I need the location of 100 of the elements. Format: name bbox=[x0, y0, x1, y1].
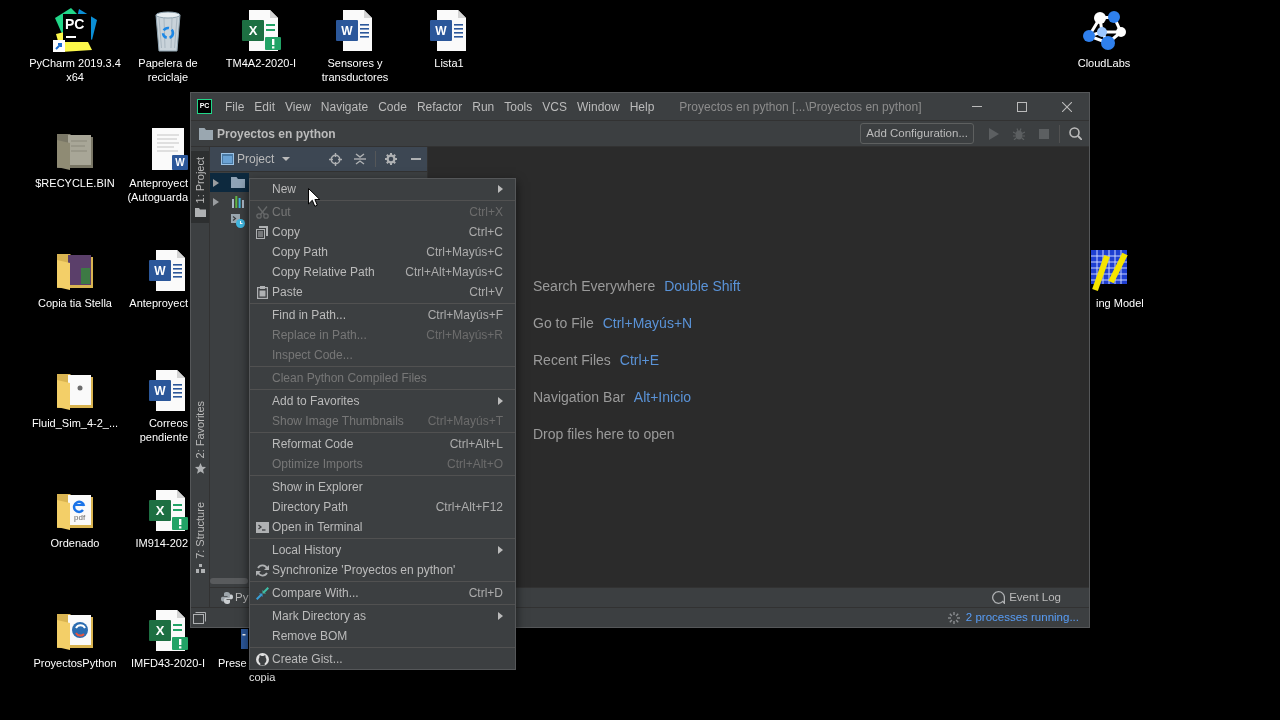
icon-label: Anteproyect (Autoguarda bbox=[127, 176, 188, 204]
bug-icon bbox=[1012, 127, 1025, 140]
hint-label: Search Everywhere bbox=[533, 276, 656, 296]
submenu-arrow-icon bbox=[498, 185, 503, 193]
icon-label: Sensores y transductores bbox=[321, 56, 389, 84]
shortcut-label: Ctrl+C bbox=[468, 224, 503, 241]
icon-label: $RECYCLE.BIN bbox=[35, 176, 115, 190]
icon-label: Papelera de reciclaje bbox=[138, 56, 198, 84]
icon-label: copia bbox=[249, 670, 276, 684]
submenu-arrow-icon bbox=[498, 546, 503, 554]
expand-arrow-icon bbox=[213, 197, 219, 206]
menubar-item[interactable]: File bbox=[220, 96, 250, 117]
gear-icon[interactable] bbox=[385, 153, 397, 165]
icon-label: Copia tia Stella bbox=[38, 296, 112, 310]
locate-icon[interactable] bbox=[329, 152, 342, 166]
shortcut-label: Ctrl+Mayús+F bbox=[427, 307, 503, 324]
menu-item[interactable]: Remove BOM bbox=[250, 626, 515, 646]
caret-icon bbox=[282, 157, 291, 161]
menubar-item[interactable]: Navigate bbox=[315, 96, 374, 117]
background-tasks-link[interactable]: 2 processes running... bbox=[965, 608, 1079, 627]
icon-label: Anteproyect bbox=[129, 296, 188, 310]
menu-item[interactable]: Compare With... Ctrl+D bbox=[250, 583, 515, 603]
menubar-item[interactable]: Window bbox=[571, 96, 625, 117]
menu-item[interactable]: Copy Ctrl+C bbox=[250, 222, 515, 242]
grid-app-icon[interactable] bbox=[1091, 248, 1128, 292]
scissors-icon bbox=[255, 205, 269, 219]
project-view-icon bbox=[221, 153, 234, 165]
shortcut-label: Ctrl+D bbox=[468, 585, 503, 602]
menubar-item[interactable]: Edit bbox=[249, 96, 281, 117]
spinner-icon bbox=[947, 611, 960, 624]
view-selector[interactable]: Project bbox=[221, 150, 291, 168]
menubar-item[interactable]: Code bbox=[373, 96, 412, 117]
menu-item[interactable]: Reformat Code Ctrl+Alt+L bbox=[250, 434, 515, 454]
menu-item[interactable]: Copy Relative Path Ctrl+Alt+Mayús+C bbox=[250, 262, 515, 282]
folder-icon bbox=[194, 208, 206, 218]
icon-label: PyCharm 2019.3.4 x64 bbox=[29, 56, 121, 84]
icon-label: IMFD43-2020-I bbox=[131, 656, 205, 670]
horizontal-scrollbar[interactable] bbox=[210, 578, 248, 584]
event-log-button[interactable]: Event Log bbox=[992, 588, 1061, 607]
maximize-icon bbox=[1016, 101, 1027, 112]
terminal-icon bbox=[255, 521, 269, 533]
icon-label: Ordenado bbox=[50, 536, 100, 550]
window-title: Proyectos en python [...\Proyectos en python] bbox=[679, 98, 922, 116]
shortcut-label: Double Shift bbox=[664, 276, 741, 296]
menu-item[interactable]: Copy Path Ctrl+Mayús+C bbox=[250, 242, 515, 262]
menu-item[interactable]: Synchronize 'Proyectos en python' bbox=[250, 560, 515, 580]
icon-label: CloudLabs bbox=[1077, 56, 1131, 70]
hint-label: Go to File bbox=[533, 313, 594, 333]
menu-item[interactable]: Create Gist... bbox=[250, 649, 515, 669]
menubar-item[interactable]: VCS bbox=[537, 96, 572, 117]
minimize-icon bbox=[971, 106, 982, 107]
menubar-item[interactable]: Help bbox=[624, 96, 660, 117]
icon-label: ing Model bbox=[1096, 296, 1144, 310]
paste-icon bbox=[256, 285, 268, 299]
menu-item[interactable]: Show in Explorer bbox=[250, 477, 515, 497]
menubar-item[interactable]: Tools bbox=[499, 96, 538, 117]
python-icon bbox=[221, 591, 233, 604]
menu-item[interactable]: Find in Path... Ctrl+Mayús+F bbox=[250, 305, 515, 325]
mouse-cursor-icon bbox=[308, 188, 320, 207]
hint-label: Recent Files bbox=[533, 350, 611, 370]
library-icon bbox=[231, 195, 244, 208]
folder-icon bbox=[230, 177, 245, 188]
tool-windows-icon[interactable] bbox=[193, 611, 206, 624]
shortcut-label: Ctrl+V bbox=[469, 284, 503, 301]
collapse-icon[interactable] bbox=[354, 153, 366, 165]
document-file-icon[interactable] bbox=[241, 629, 248, 649]
tool-window-tab[interactable]: 1: Project bbox=[191, 151, 209, 224]
search-icon bbox=[1068, 127, 1082, 140]
icon-label: ProyectosPython bbox=[33, 656, 117, 670]
icon-label: Prese bbox=[218, 656, 247, 670]
menu-item[interactable]: Mark Directory as bbox=[250, 606, 515, 626]
menu-item[interactable]: New bbox=[250, 179, 515, 199]
menu-item[interactable]: Local History bbox=[250, 540, 515, 560]
menu-item[interactable]: Directory Path Ctrl+Alt+F12 bbox=[250, 497, 515, 517]
scratches-icon bbox=[230, 213, 245, 228]
shortcut-label: Alt+Inicio bbox=[633, 387, 692, 407]
menu-item[interactable]: Add to Favorites bbox=[250, 391, 515, 411]
menubar-item[interactable]: View bbox=[280, 96, 316, 117]
add-configuration-button[interactable]: Add Configuration... bbox=[860, 123, 974, 144]
structure-icon bbox=[195, 564, 205, 573]
menubar-item[interactable]: Run bbox=[467, 96, 500, 117]
breadcrumb-item[interactable]: Proyectos en python bbox=[217, 124, 336, 143]
icon-label: Lista1 bbox=[434, 56, 464, 70]
menubar-item[interactable]: Refactor bbox=[411, 96, 468, 117]
shortcut-label: Ctrl+Alt+Mayús+C bbox=[405, 264, 503, 281]
python-console-button[interactable]: Py bbox=[221, 588, 249, 607]
stop-icon bbox=[1038, 128, 1049, 139]
event-log-icon bbox=[992, 591, 1006, 604]
tree-row[interactable] bbox=[210, 173, 249, 192]
hint-label: Navigation Bar bbox=[533, 387, 625, 407]
close-icon bbox=[1061, 101, 1072, 112]
menu-item[interactable]: Paste Ctrl+V bbox=[250, 282, 515, 302]
hint-label: Drop files here to open bbox=[533, 424, 675, 444]
submenu-arrow-icon bbox=[498, 612, 503, 620]
icon-label: IM914-202 bbox=[135, 536, 188, 550]
shortcut-label: Ctrl+Alt+F12 bbox=[435, 499, 503, 516]
shortcut-label: Ctrl+E bbox=[619, 350, 660, 370]
sync-icon bbox=[255, 563, 269, 577]
submenu-arrow-icon bbox=[498, 397, 503, 405]
menu-item[interactable]: Open in Terminal bbox=[250, 517, 515, 537]
